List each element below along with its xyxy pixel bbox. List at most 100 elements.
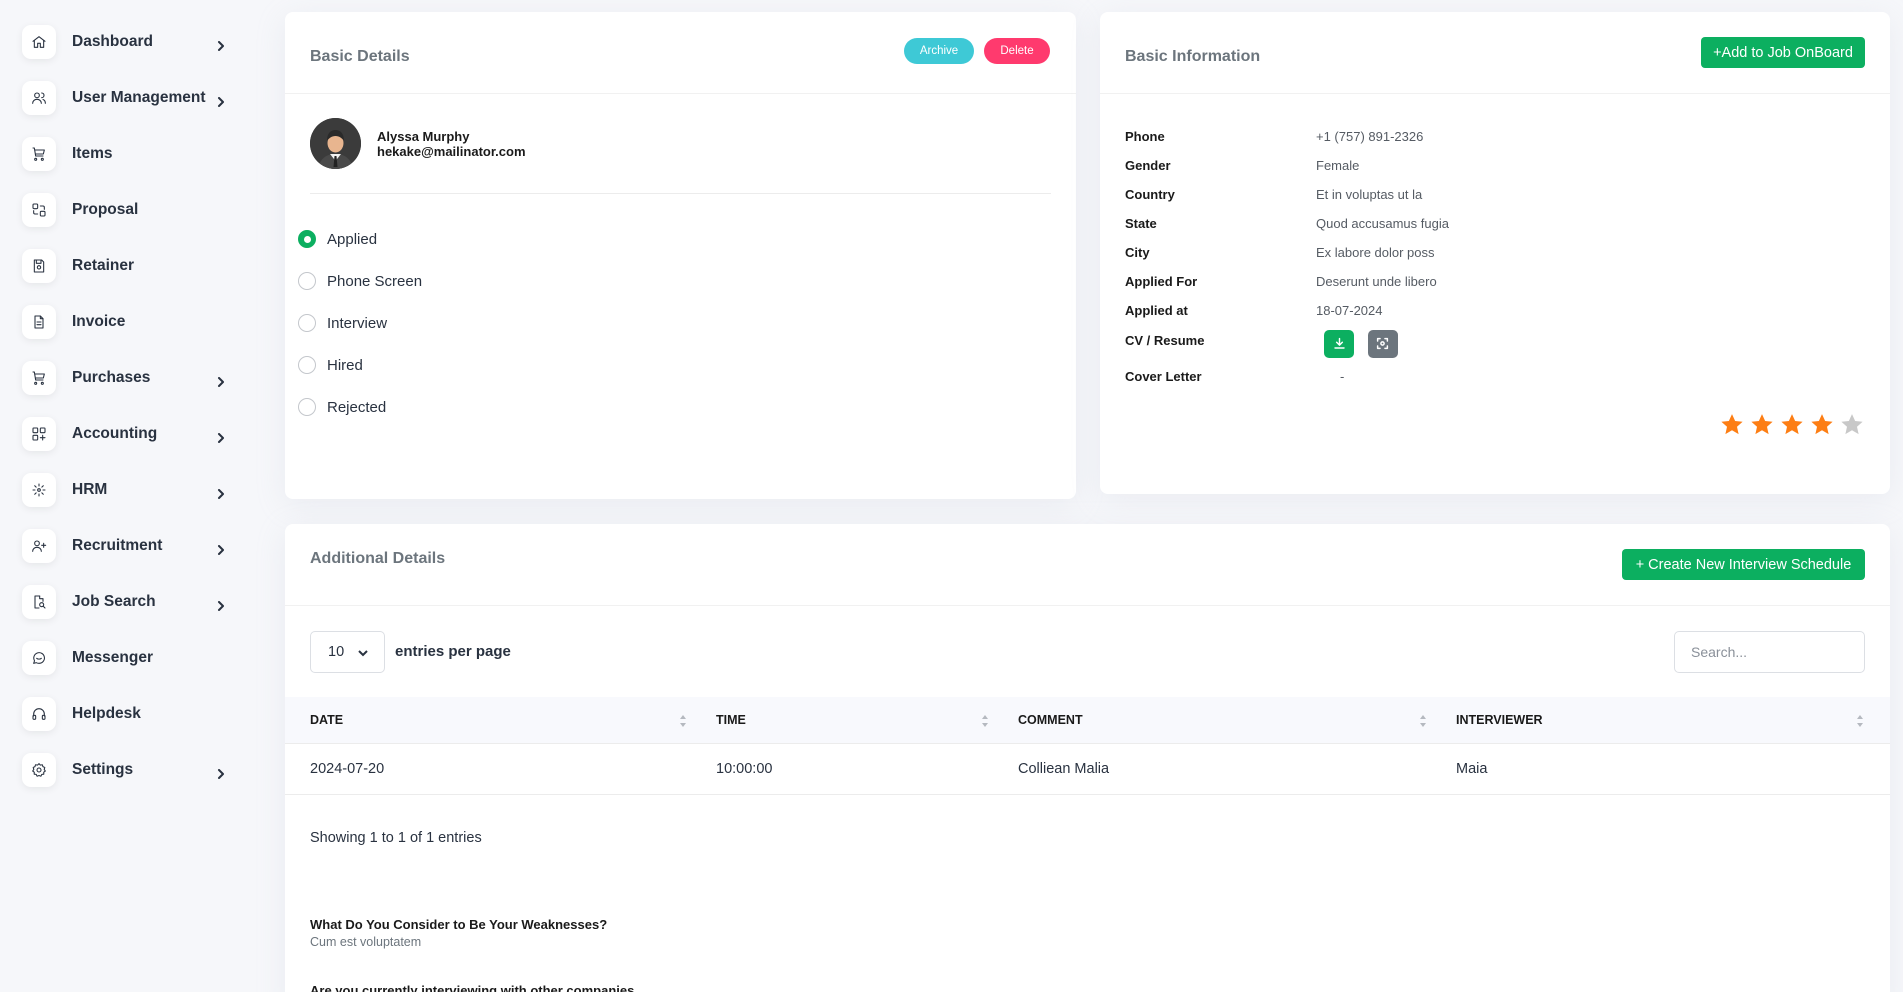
sidebar-item-label: Settings <box>72 761 134 778</box>
sidebar-item-proposal[interactable]: Proposal <box>0 182 264 238</box>
selected-value: 10 <box>328 644 345 660</box>
sidebar-item-label: Proposal <box>72 201 139 218</box>
info-key: City <box>1125 245 1150 260</box>
sidebar-item-recruitment[interactable]: Recruitment <box>0 518 264 574</box>
info-row-applied-for: Applied For Deserunt unde libero <box>1125 267 1449 296</box>
sidebar-item-job-search[interactable]: Job Search <box>0 574 264 630</box>
cell-date: 2024-07-20 <box>310 761 385 777</box>
exchange-icon <box>22 193 56 227</box>
stage-radio-group: Applied Phone Screen Interview Hired Rej… <box>298 218 422 428</box>
column-header-time[interactable]: TIME <box>716 713 746 727</box>
sort-icon[interactable] <box>1419 714 1427 728</box>
stage-option-applied[interactable]: Applied <box>298 218 422 260</box>
gear-icon <box>22 753 56 787</box>
column-header-interviewer[interactable]: INTERVIEWER <box>1456 713 1543 727</box>
chevron-right-icon <box>214 431 228 445</box>
info-value: Female <box>1316 158 1360 173</box>
rating-stars <box>1715 412 1865 438</box>
star-icon[interactable] <box>1719 412 1745 438</box>
sidebar-item-label: Recruitment <box>72 537 163 554</box>
sidebar-item-retainer[interactable]: Retainer <box>0 238 264 294</box>
stage-option-phone-screen[interactable]: Phone Screen <box>298 260 422 302</box>
sidebar-item-helpdesk[interactable]: Helpdesk <box>0 686 264 742</box>
radio-button[interactable] <box>298 356 316 374</box>
sidebar-item-messenger[interactable]: Messenger <box>0 630 264 686</box>
avatar-illustration <box>310 118 361 169</box>
sort-icon[interactable] <box>679 714 687 728</box>
info-value: Deserunt unde libero <box>1316 274 1437 289</box>
archive-button[interactable]: Archive <box>904 38 974 64</box>
profile-text: Alyssa Murphy hekake@mailinator.com <box>377 129 526 159</box>
applicant-email: hekake@mailinator.com <box>377 143 526 159</box>
sidebar-item-dashboard[interactable]: Dashboard <box>0 14 264 70</box>
create-interview-schedule-button[interactable]: + Create New Interview Schedule <box>1622 549 1865 580</box>
chevron-right-icon <box>214 39 228 53</box>
info-value: 18-07-2024 <box>1316 303 1383 318</box>
sidebar-item-accounting[interactable]: Accounting <box>0 406 264 462</box>
download-cv-button[interactable] <box>1324 329 1354 358</box>
applicant-name: Alyssa Murphy <box>377 128 470 144</box>
sidebar-item-label: Invoice <box>72 313 126 330</box>
stage-option-hired[interactable]: Hired <box>298 344 422 386</box>
sort-icon[interactable] <box>981 714 989 728</box>
sidebar-item-invoice[interactable]: Invoice <box>0 294 264 350</box>
column-header-date[interactable]: DATE <box>310 713 343 727</box>
sidebar-item-settings[interactable]: Settings <box>0 742 264 798</box>
cell-interviewer: Maia <box>1456 761 1488 777</box>
sidebar-item-user-management[interactable]: User Management <box>0 70 264 126</box>
stage-label: Hired <box>327 356 363 374</box>
user-plus-icon <box>22 529 56 563</box>
divider <box>310 193 1051 194</box>
add-to-job-onboard-button[interactable]: +Add to Job OnBoard <box>1701 37 1865 68</box>
search-input[interactable] <box>1674 631 1865 673</box>
info-row-applied-at: Applied at 18-07-2024 <box>1125 296 1449 325</box>
chevron-down-icon <box>358 650 368 657</box>
star-icon[interactable] <box>1779 412 1805 438</box>
preview-cv-button[interactable] <box>1367 329 1398 358</box>
table-header: DATE TIME COMMENT INTERVIEWER <box>285 697 1890 744</box>
stage-option-rejected[interactable]: Rejected <box>298 386 422 428</box>
info-row-country: Country Et in voluptas ut la <box>1125 180 1449 209</box>
hrm-icon <box>22 473 56 507</box>
sidebar-item-label: User Management <box>72 89 206 106</box>
radio-button[interactable] <box>298 272 316 290</box>
stage-label: Interview <box>327 314 388 332</box>
info-key: CV / Resume <box>1125 333 1205 348</box>
table-info: Showing 1 to 1 of 1 entries <box>310 830 482 846</box>
sidebar-item-label: Helpdesk <box>72 705 141 722</box>
entries-per-page-select[interactable]: 10 <box>310 631 385 673</box>
stage-label: Applied <box>327 230 378 248</box>
stage-option-interview[interactable]: Interview <box>298 302 422 344</box>
info-key: Applied at <box>1125 303 1188 318</box>
info-row-cv: CV / Resume <box>1125 325 1449 362</box>
radio-button[interactable] <box>298 230 316 248</box>
sort-icon[interactable] <box>1856 714 1864 728</box>
sidebar-item-purchases[interactable]: Purchases <box>0 350 264 406</box>
cart-icon <box>22 137 56 171</box>
chevron-right-icon <box>214 543 228 557</box>
column-header-comment[interactable]: COMMENT <box>1018 713 1083 727</box>
info-key: Phone <box>1125 129 1165 144</box>
sidebar-item-hrm[interactable]: HRM <box>0 462 264 518</box>
delete-button[interactable]: Delete <box>984 38 1050 64</box>
avatar <box>310 118 361 169</box>
save-icon <box>22 249 56 283</box>
radio-button[interactable] <box>298 398 316 416</box>
star-icon[interactable] <box>1809 412 1835 438</box>
table-row: 2024-07-20 10:00:00 Colliean Malia Maia <box>285 744 1890 795</box>
info-key: State <box>1125 216 1157 231</box>
info-key: Applied For <box>1125 274 1198 289</box>
chevron-right-icon <box>214 487 228 501</box>
star-icon[interactable] <box>1839 412 1865 438</box>
radio-button[interactable] <box>298 314 316 332</box>
sidebar-item-label: Items <box>72 145 113 162</box>
cell-comment: Colliean Malia <box>1018 761 1110 777</box>
card-header: Basic Details Archive Delete <box>285 12 1076 94</box>
card-header: Additional Details + Create New Intervie… <box>285 524 1890 606</box>
answer: Cum est voluptatem <box>310 935 422 949</box>
question: Are you currently interviewing with othe… <box>310 983 635 992</box>
star-icon[interactable] <box>1749 412 1775 438</box>
basic-details-card: Basic Details Archive Delete Alyssa Murp… <box>285 12 1076 499</box>
sidebar-item-items[interactable]: Items <box>0 126 264 182</box>
sidebar-item-label: Retainer <box>72 257 135 274</box>
